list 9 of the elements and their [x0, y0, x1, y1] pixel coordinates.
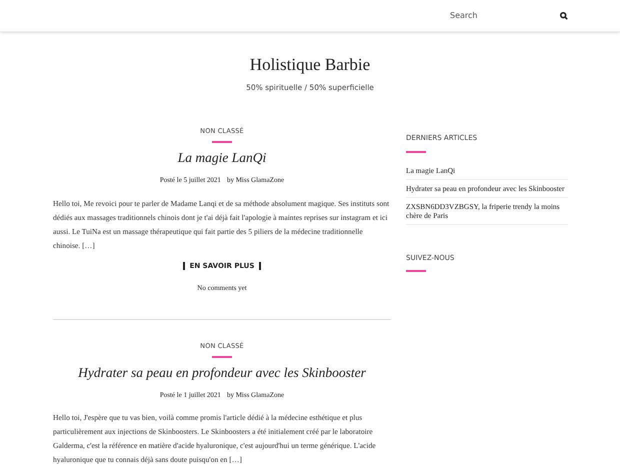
accent-rule — [406, 150, 426, 153]
search-field[interactable]: Search — [450, 10, 540, 22]
accent-rule — [212, 141, 232, 143]
post-title[interactable]: La magie LanQi — [178, 149, 266, 167]
post-title[interactable]: Hydrater sa peau en profondeur avec les Skinbooster — [78, 364, 366, 382]
accent-rule — [212, 356, 232, 358]
search-icon[interactable] — [560, 12, 568, 20]
accent-rule — [406, 270, 426, 272]
site-title[interactable]: Holistique Barbie — [250, 54, 370, 76]
